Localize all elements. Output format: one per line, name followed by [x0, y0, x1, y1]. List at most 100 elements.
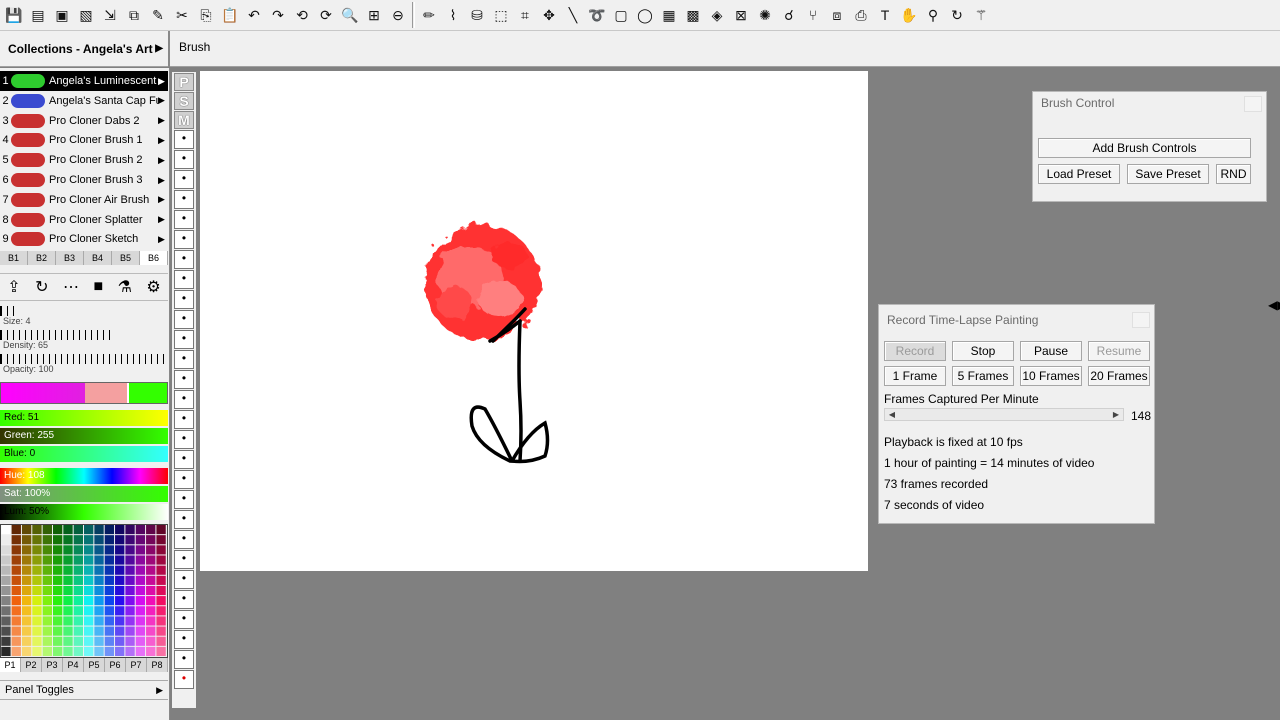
bottle-icon[interactable]: ⚗	[118, 277, 132, 297]
palette-swatch[interactable]	[21, 535, 32, 545]
crop-icon[interactable]: ⌗	[513, 3, 537, 27]
palette-swatch[interactable]	[1, 616, 11, 626]
add-brush-controls-button[interactable]: Add Brush Controls	[1038, 138, 1251, 158]
palette-swatch[interactable]	[52, 575, 63, 585]
palette-swatch[interactable]	[21, 585, 32, 596]
scroll-left-icon[interactable]: ◀	[885, 409, 899, 420]
palette-swatch[interactable]	[84, 646, 94, 657]
export-all-icon[interactable]: ⧉	[122, 3, 146, 27]
palette-swatch[interactable]	[115, 646, 125, 657]
ellipse-icon[interactable]: ◯	[633, 3, 657, 27]
brush-item[interactable]: 4 Pro Cloner Brush 1 ▶	[0, 130, 168, 150]
export-icon[interactable]: ⇲	[98, 3, 122, 27]
layer-slot-button[interactable]: •	[174, 230, 194, 249]
painting-canvas[interactable]	[200, 71, 868, 571]
palette-swatch[interactable]	[32, 636, 42, 646]
palette-swatch[interactable]	[42, 585, 52, 596]
palette-swatch[interactable]	[42, 525, 52, 535]
layer-slot-button[interactable]: •	[174, 650, 194, 669]
palette-swatch[interactable]	[104, 636, 115, 646]
palette-swatch[interactable]	[11, 565, 21, 575]
scroll-right-icon[interactable]: ▶	[1109, 409, 1123, 420]
bank-tab[interactable]: B4	[84, 251, 112, 265]
palette-swatch[interactable]	[73, 616, 84, 626]
palette-swatch[interactable]	[135, 565, 146, 575]
palette-swatch[interactable]	[115, 626, 125, 636]
palette-swatch[interactable]	[52, 606, 63, 616]
layer-slot-button[interactable]: •	[174, 210, 194, 229]
palette-swatch[interactable]	[52, 585, 63, 596]
checker-icon[interactable]: ▩	[681, 3, 705, 27]
palette-swatch[interactable]	[84, 596, 94, 606]
open-icon[interactable]: ▣	[50, 3, 74, 27]
expand-right-icon[interactable]: ◀▶	[1268, 298, 1280, 312]
density-slider[interactable]: Density: 65	[0, 330, 168, 350]
palette-swatch[interactable]	[115, 616, 125, 626]
palette-swatch[interactable]	[115, 555, 125, 565]
zoom-icon[interactable]: 🔍	[338, 3, 362, 27]
select-rect-icon[interactable]: ⬚	[489, 3, 513, 27]
resume-button[interactable]: Resume	[1088, 341, 1150, 361]
palette-swatch[interactable]	[156, 535, 166, 545]
capture-5-frames-button[interactable]: 5 Frames	[952, 366, 1014, 386]
dots-arrow-icon[interactable]: ⋯	[63, 277, 79, 297]
bank-tab[interactable]: B2	[28, 251, 56, 265]
chevron-right-icon[interactable]: ▶	[158, 76, 168, 87]
export-brush-icon[interactable]: ⇪	[7, 277, 20, 297]
palette-swatch[interactable]	[94, 525, 104, 535]
palette-swatch[interactable]	[42, 616, 52, 626]
palette-swatch[interactable]	[11, 646, 21, 657]
palette-swatch[interactable]	[125, 535, 135, 545]
rotate-left-icon[interactable]: ⟲	[290, 3, 314, 27]
palette-swatch[interactable]	[42, 535, 52, 545]
palette-swatch[interactable]	[1, 565, 11, 575]
palette-swatch[interactable]	[1, 626, 11, 636]
palette-swatch[interactable]	[135, 596, 146, 606]
swatch-magenta[interactable]	[1, 383, 85, 403]
palette-swatch[interactable]	[63, 636, 73, 646]
palette-swatch[interactable]	[125, 565, 135, 575]
palette-swatch[interactable]	[21, 606, 32, 616]
palette-swatch[interactable]	[125, 525, 135, 535]
palette-swatch[interactable]	[115, 525, 125, 535]
chevron-right-icon[interactable]: ▶	[158, 155, 168, 166]
palette-swatch[interactable]	[135, 555, 146, 565]
palette-swatch[interactable]	[156, 555, 166, 565]
pause-button[interactable]: Pause	[1020, 341, 1082, 361]
mode-s-button[interactable]: S	[174, 92, 194, 110]
blue-channel-slider[interactable]: Blue: 0	[0, 446, 168, 462]
palette-swatch[interactable]	[135, 585, 146, 596]
palette-swatch[interactable]	[146, 646, 156, 657]
palette-swatch[interactable]	[11, 555, 21, 565]
random-button[interactable]: RND	[1216, 164, 1251, 184]
palette-swatch[interactable]	[52, 525, 63, 535]
palette-swatch[interactable]	[52, 535, 63, 545]
palette-swatch[interactable]	[63, 555, 73, 565]
layer-slot-button[interactable]: •	[174, 190, 194, 209]
palette-swatch[interactable]	[125, 585, 135, 596]
layer-slot-button[interactable]: •	[174, 630, 194, 649]
grid-icon[interactable]: ⊠	[729, 3, 753, 27]
layer-slot-button[interactable]: •	[174, 610, 194, 629]
palette-swatch[interactable]	[21, 636, 32, 646]
palette-swatch[interactable]	[1, 545, 11, 555]
layer-slot-button[interactable]: •	[174, 370, 194, 389]
palette-swatch[interactable]	[73, 555, 84, 565]
palette-swatch[interactable]	[135, 535, 146, 545]
palette-swatch[interactable]	[115, 545, 125, 555]
palette-swatch[interactable]	[125, 646, 135, 657]
chevron-right-icon[interactable]: ▶	[158, 175, 168, 186]
palette-swatch[interactable]	[146, 545, 156, 555]
palette-swatch[interactable]	[63, 525, 73, 535]
wand-icon[interactable]: ⚚	[969, 3, 993, 27]
palette-swatch[interactable]	[94, 646, 104, 657]
camera-icon[interactable]: ⎙	[849, 3, 873, 27]
palette-swatch[interactable]	[84, 616, 94, 626]
palette-swatch[interactable]	[32, 585, 42, 596]
layer-slot-button[interactable]: •	[174, 130, 194, 149]
layer-slot-button[interactable]: •	[174, 670, 194, 689]
palette-swatch[interactable]	[11, 596, 21, 606]
palette-swatch[interactable]	[84, 545, 94, 555]
palette-tab[interactable]: P2	[21, 658, 42, 672]
capture-20-frames-button[interactable]: 20 Frames	[1088, 366, 1150, 386]
